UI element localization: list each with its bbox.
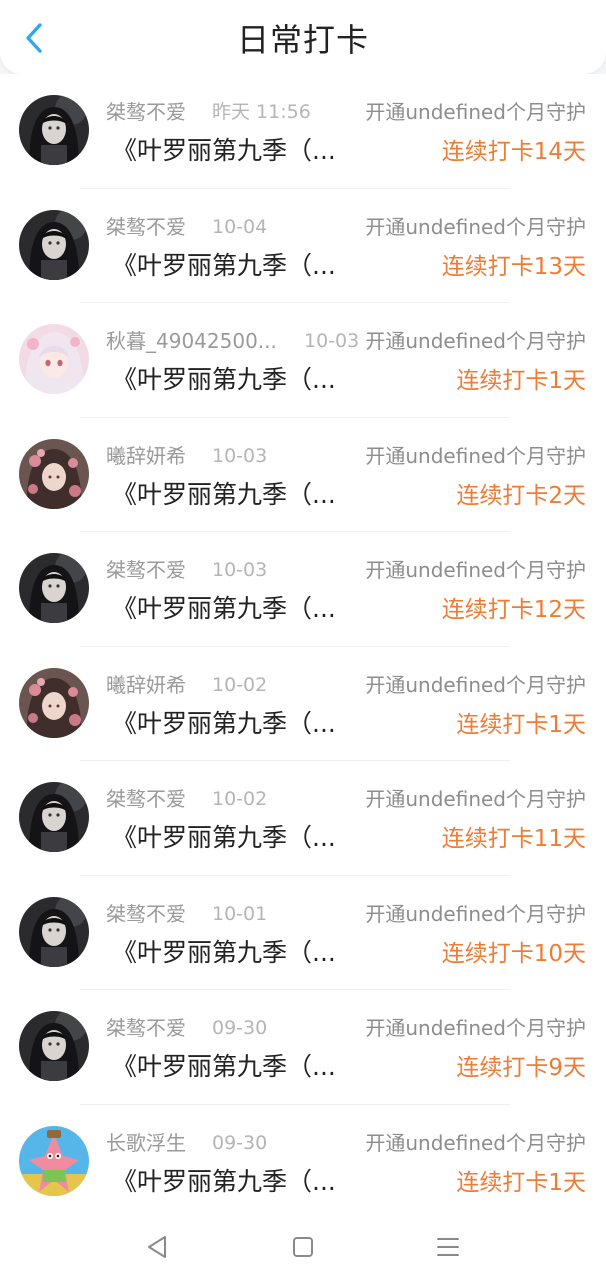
book-title[interactable]: 《叶罗丽第九季（... — [112, 707, 336, 741]
checkin-time: 10-04 — [212, 215, 268, 238]
checkin-row[interactable]: 桀骜不爱 10-04 开通undefined个月守护《叶罗丽第九季（... 连续打卡1… — [0, 189, 606, 303]
avatar[interactable] — [19, 95, 89, 165]
checkin-row[interactable]: 桀骜不爱 10-02 开通undefined个月守护《叶罗丽第九季（... 连续打卡1… — [0, 761, 606, 876]
guard-status: 开通undefined个月守护 — [365, 100, 586, 124]
checkin-time: 10-02 — [212, 788, 268, 810]
checkin-time: 昨天 11:56 — [212, 101, 311, 123]
checkin-time: 10-03 — [212, 444, 268, 467]
streak-count: 连续打卡11天 — [441, 826, 586, 852]
streak-count: 连续打卡14天 — [441, 139, 586, 165]
streak-count: 连续打卡1天 — [456, 711, 586, 738]
nav-home-button[interactable] — [288, 1232, 318, 1262]
book-title[interactable]: 《叶罗丽第九季（... — [112, 936, 336, 970]
checkin-row[interactable]: 桀骜不爱 10-03 开通undefined个月守护《叶罗丽第九季（... 连续打卡1… — [0, 532, 606, 647]
checkin-row[interactable]: 桀骜不爱 10-01 开通undefined个月守护《叶罗丽第九季（... 连续打卡1… — [0, 876, 606, 990]
nav-back-button[interactable] — [143, 1232, 173, 1262]
guard-status: 开通undefined个月守护 — [365, 787, 586, 811]
user-name[interactable]: 桀骜不爱 — [106, 785, 186, 813]
square-home-icon — [293, 1237, 313, 1257]
guard-status: 开通undefined个月守护 — [365, 1130, 586, 1155]
streak-count: 连续打卡9天 — [456, 1055, 586, 1081]
checkin-time: 09-30 — [212, 1131, 268, 1154]
user-name[interactable]: 桀骜不爱 — [106, 556, 186, 584]
user-name[interactable]: 桀骜不爱 — [106, 900, 186, 928]
user-name[interactable]: 桀骜不爱 — [106, 213, 186, 241]
page-title: 日常打卡 — [236, 21, 369, 59]
triangle-back-icon — [148, 1236, 166, 1258]
streak-count: 连续打卡1天 — [456, 1169, 586, 1196]
checkin-time: 09-30 — [212, 1017, 268, 1039]
guard-status: 开通undefined个月守护 — [365, 214, 586, 239]
checkin-row[interactable]: 桀骜不爱 09-30 开通undefined个月守护《叶罗丽第九季（... 连续打卡9… — [0, 990, 606, 1105]
nav-menu-button[interactable] — [433, 1232, 463, 1262]
guard-status: 开通undefined个月守护 — [365, 558, 586, 582]
checkin-list[interactable]: 桀骜不爱 昨天 11:56 开通undefined个月守护 《叶罗丽第九季（... 连续… — [0, 74, 606, 1219]
guard-status: 开通undefined个月守护 — [365, 329, 586, 353]
user-name[interactable]: 曦辞妍希 — [106, 442, 186, 470]
guard-status: 开通undefined个月守护 — [365, 443, 586, 468]
book-title[interactable]: 《叶罗丽第九季（... — [112, 592, 336, 626]
streak-count: 连续打卡12天 — [441, 597, 586, 623]
streak-count: 连续打卡10天 — [441, 940, 586, 967]
streak-count: 连续打卡1天 — [456, 368, 586, 394]
book-title[interactable]: 《叶罗丽第九季（... — [112, 1165, 336, 1199]
avatar[interactable] — [19, 324, 89, 394]
avatar[interactable] — [19, 209, 89, 280]
guard-status: 开通undefined个月守护 — [365, 672, 586, 697]
user-name[interactable]: 长歌浮生 — [106, 1129, 186, 1157]
checkin-row[interactable]: 曦辞妍希 10-03 开通undefined个月守护《叶罗丽第九季（... 连续打卡2… — [0, 418, 606, 532]
avatar[interactable] — [19, 438, 89, 509]
checkin-time: 10-02 — [212, 673, 268, 696]
avatar[interactable] — [19, 667, 89, 738]
user-name[interactable]: 桀骜不爱 — [106, 1014, 186, 1042]
guard-status: 开通undefined个月守护 — [365, 901, 586, 926]
top-bar: 日常打卡 — [0, 0, 606, 74]
book-title[interactable]: 《叶罗丽第九季（... — [112, 363, 336, 397]
checkin-row[interactable]: 桀骜不爱 昨天 11:56 开通undefined个月守护《叶罗丽第九季（... 连续… — [0, 74, 606, 189]
streak-count: 连续打卡13天 — [441, 253, 586, 280]
daily-checkin-page: 日常打卡 桀骜不爱 昨天 11:56 开通undefined个月守护 《叶罗丽第九季（… — [0, 0, 606, 1280]
streak-count: 连续打卡2天 — [456, 482, 586, 509]
avatar[interactable] — [19, 553, 89, 623]
book-title[interactable]: 《叶罗丽第九季（... — [112, 1050, 336, 1084]
menu-icon — [437, 1238, 459, 1256]
avatar[interactable] — [19, 896, 89, 967]
user-name[interactable]: 曦辞妍希 — [106, 671, 186, 699]
checkin-row[interactable]: 曦辞妍希 10-02 开通undefined个月守护《叶罗丽第九季（... 连续打卡1… — [0, 647, 606, 761]
guard-status: 开通undefined个月守护 — [365, 1016, 586, 1040]
checkin-row[interactable]: 长歌浮生 09-30 开通undefined个月守护《叶罗丽第九季（... 连续打卡1… — [0, 1105, 606, 1219]
avatar[interactable] — [19, 782, 89, 852]
avatar[interactable] — [19, 1011, 89, 1081]
book-title[interactable]: 《叶罗丽第九季（... — [112, 249, 336, 283]
avatar[interactable] — [19, 1125, 89, 1196]
book-title[interactable]: 《叶罗丽第九季（... — [112, 821, 336, 855]
checkin-time: 10-03 — [212, 559, 268, 581]
system-nav-bar — [0, 1214, 606, 1280]
checkin-time: 10-01 — [212, 902, 268, 925]
book-title[interactable]: 《叶罗丽第九季（... — [112, 134, 336, 168]
book-title[interactable]: 《叶罗丽第九季（... — [112, 478, 336, 512]
checkin-time: 10-03 — [304, 330, 360, 352]
user-name[interactable]: 桀骜不爱 — [106, 98, 186, 126]
checkin-row[interactable]: 秋暮_49042500... 10-03 开通undefined个月守护《叶罗丽第九… — [0, 303, 606, 418]
user-name[interactable]: 秋暮_49042500... — [106, 327, 277, 355]
